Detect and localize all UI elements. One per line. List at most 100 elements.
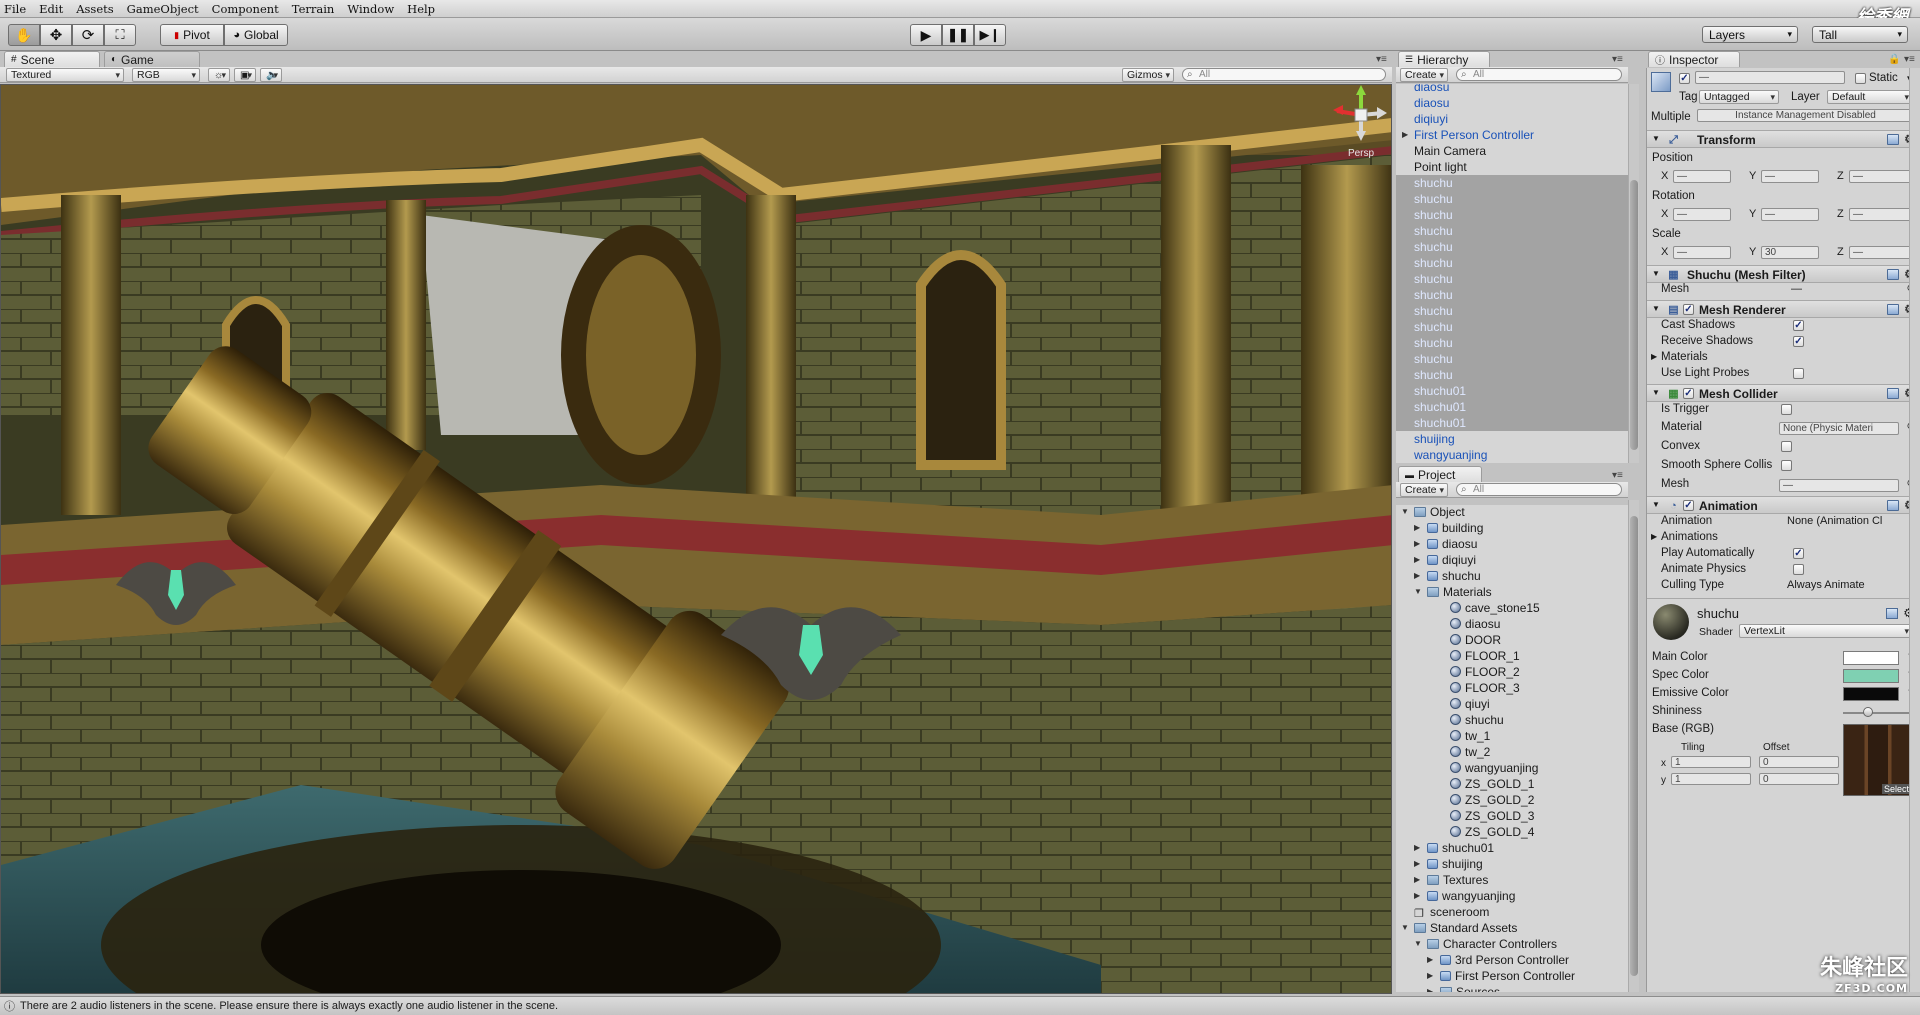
project-item[interactable]: FLOOR_1 [1396,648,1628,664]
project-item[interactable]: DOOR [1396,632,1628,648]
object-name-field[interactable]: — [1695,71,1845,84]
hierarchy-menu-icon[interactable]: ▾≡ [1612,54,1623,65]
menu-assets[interactable]: Assets [76,2,113,16]
hierarchy-item[interactable]: Main Camera [1396,143,1628,159]
layers-dropdown[interactable]: Layers ▾ [1702,26,1798,43]
tab-inspector[interactable]: ⓘ Inspector [1648,51,1740,67]
mesh-value[interactable]: — [1791,283,1802,295]
convex-checkbox[interactable] [1781,441,1792,452]
tiling-y-field[interactable]: 1 [1671,773,1751,785]
offset-x-field[interactable]: 0 [1759,756,1839,768]
project-scroll-thumb[interactable] [1630,516,1638,976]
collider-mesh-field[interactable]: — [1779,479,1899,492]
render-mode-dropdown[interactable]: Textured [6,68,124,82]
hierarchy-item[interactable]: shuchu [1396,223,1628,239]
menu-edit[interactable]: Edit [39,2,63,16]
project-item[interactable]: tw_2 [1396,744,1628,760]
layer-dropdown[interactable]: Default [1827,90,1913,104]
project-item[interactable]: cave_stone15 [1396,600,1628,616]
project-item[interactable]: ZS_GOLD_1 [1396,776,1628,792]
expand-icon[interactable]: ▶ [1414,568,1420,584]
help-book-icon[interactable] [1887,269,1899,280]
hierarchy-item[interactable]: shuchu [1396,191,1628,207]
help-book-icon[interactable] [1886,608,1898,619]
hierarchy-item[interactable]: shuchu [1396,367,1628,383]
project-item[interactable]: tw_1 [1396,728,1628,744]
project-item[interactable]: ZS_GOLD_4 [1396,824,1628,840]
hierarchy-item[interactable]: shuchu01 [1396,415,1628,431]
hierarchy-item[interactable]: shuchu [1396,303,1628,319]
mesh-filter-header[interactable]: ▼ ▦ Shuchu (Mesh Filter) ⚙ [1647,265,1920,283]
expand-icon[interactable]: ▶ [1414,552,1420,568]
expand-icon[interactable]: ▶ [1414,856,1420,872]
expand-icon[interactable]: ▶ [1414,536,1420,552]
gizmos-dropdown[interactable]: Gizmos [1122,68,1174,82]
expand-icon[interactable]: ▶ [1414,872,1420,888]
scale-tool-button[interactable]: ⛶ [104,24,136,46]
transform-header[interactable]: ▼ ⤢ Transform ⚙ [1647,130,1920,148]
scene-viewport[interactable]: Persp [0,84,1392,994]
hierarchy-item[interactable]: shuchu [1396,207,1628,223]
project-item[interactable]: ZS_GOLD_3 [1396,808,1628,824]
animations-row[interactable]: ▶ Animations [1647,530,1920,546]
materials-row[interactable]: ▶ Materials [1647,350,1920,366]
hierarchy-item[interactable]: shuchu [1396,287,1628,303]
play-automatically-checkbox[interactable]: ✓ [1793,548,1804,559]
project-item[interactable]: ▼ Materials [1396,584,1628,600]
hierarchy-scroll-thumb[interactable] [1630,180,1638,450]
hierarchy-item[interactable]: shuchu [1396,175,1628,191]
fx-toggle[interactable]: ▣ [234,68,256,82]
scale-z-field[interactable]: — [1849,246,1913,259]
cast-shadows-checkbox[interactable]: ✓ [1793,320,1804,331]
project-item[interactable]: ▶ Sources [1396,984,1628,992]
tab-scene[interactable]: # Scene [4,51,100,67]
position-x-field[interactable]: — [1673,170,1731,183]
project-item[interactable]: ▶ First Person Controller [1396,968,1628,984]
step-button[interactable]: ▶❙ [974,24,1006,46]
project-item[interactable]: ❐ sceneroom [1396,904,1628,920]
scale-x-field[interactable]: — [1673,246,1731,259]
project-item[interactable]: ▶ shuchu01 [1396,840,1628,856]
animation-header[interactable]: ▼ ◔ ✓ Animation ⚙ [1647,496,1920,514]
play-button[interactable]: ▶ [910,24,942,46]
project-item[interactable]: ▶ diaosu [1396,536,1628,552]
inspector-menu-icon[interactable]: ▾≡ [1904,54,1915,65]
collapse-icon[interactable]: ▼ [1414,936,1422,952]
tab-project[interactable]: ▬ Project [1398,466,1482,482]
tag-dropdown[interactable]: Untagged [1699,90,1779,104]
active-checkbox[interactable]: ✓ [1679,73,1690,84]
expand-icon[interactable]: ▶ [1414,888,1420,904]
main-color-swatch[interactable] [1843,651,1899,665]
project-item[interactable]: shuchu [1396,712,1628,728]
shader-dropdown[interactable]: VertexLit [1739,624,1913,638]
help-book-icon[interactable] [1887,134,1899,145]
hierarchy-item[interactable]: shuchu [1396,319,1628,335]
hierarchy-item[interactable]: shuchu [1396,239,1628,255]
project-item[interactable]: ▶ shuijing [1396,856,1628,872]
help-book-icon[interactable] [1887,304,1899,315]
hierarchy-item[interactable]: ▶ First Person Controller [1396,127,1628,143]
menu-gameobject[interactable]: GameObject [127,2,199,16]
project-item[interactable]: wangyuanjing [1396,760,1628,776]
menu-component[interactable]: Component [212,2,279,16]
hierarchy-item[interactable]: shuijing [1396,431,1628,447]
hierarchy-item[interactable]: shuchu [1396,335,1628,351]
position-z-field[interactable]: — [1849,170,1913,183]
hierarchy-item[interactable]: wangyuanjing [1396,447,1628,463]
hierarchy-item[interactable]: diqiuyi [1396,111,1628,127]
scene-orientation-gizmo[interactable]: Persp [1331,85,1391,165]
receive-shadows-checkbox[interactable]: ✓ [1793,336,1804,347]
expand-icon[interactable]: ▶ [1427,952,1433,968]
project-item[interactable]: ZS_GOLD_2 [1396,792,1628,808]
lighting-toggle[interactable]: ☼ [208,68,230,82]
project-item[interactable]: FLOOR_2 [1396,664,1628,680]
position-y-field[interactable]: — [1761,170,1819,183]
expand-icon[interactable]: ▶ [1427,984,1433,992]
pause-button[interactable]: ❚❚ [942,24,974,46]
project-item[interactable]: ▶ Textures [1396,872,1628,888]
help-book-icon[interactable] [1887,500,1899,511]
hierarchy-item[interactable]: diaosu [1396,84,1628,95]
is-trigger-checkbox[interactable] [1781,404,1792,415]
scene-search-input[interactable]: All [1182,68,1386,81]
project-item[interactable]: ▶ shuchu [1396,568,1628,584]
